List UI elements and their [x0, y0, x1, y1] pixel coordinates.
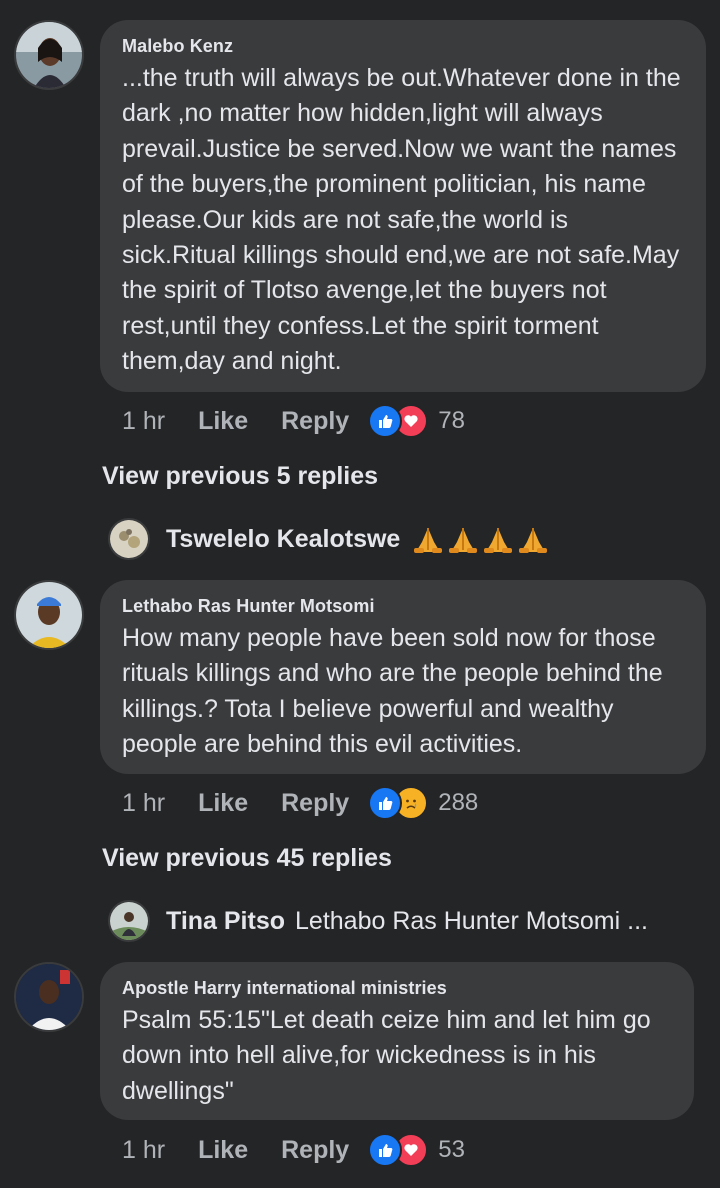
user-photo-icon: [16, 964, 82, 1030]
reactions-summary[interactable]: 53: [368, 1133, 465, 1167]
comment-author[interactable]: Lethabo Ras Hunter Motsomi: [122, 596, 684, 617]
reaction-count: 78: [438, 407, 465, 434]
comment-time[interactable]: 1 hr: [122, 789, 165, 818]
comment-bubble: Lethabo Ras Hunter Motsomi How many peop…: [100, 580, 706, 774]
avatar[interactable]: [108, 900, 150, 942]
comment-actions: 1 hr Like Reply 78: [122, 401, 465, 441]
reply-emoji-row: [412, 524, 549, 554]
comment-text: ...the truth will always be out.Whatever…: [122, 64, 681, 376]
like-button[interactable]: Like: [198, 1136, 248, 1165]
comment-actions: 1 hr Like Reply 288: [122, 783, 478, 823]
view-previous-replies-link[interactable]: View previous 45 replies: [102, 844, 392, 873]
view-previous-replies-link[interactable]: View previous 5 replies: [102, 462, 378, 491]
reactions-summary[interactable]: 288: [368, 786, 478, 820]
comment-author[interactable]: Malebo Kenz: [122, 36, 684, 57]
like-reaction-icon: [368, 404, 403, 438]
reply-button[interactable]: Reply: [281, 1136, 349, 1165]
like-reaction-icon: [368, 786, 403, 820]
comment-author[interactable]: Apostle Harry international ministries: [122, 978, 672, 999]
comment-text: How many people have been sold now for t…: [122, 624, 663, 759]
user-photo-icon: [16, 22, 82, 88]
reply-button[interactable]: Reply: [281, 789, 349, 818]
folded-hands-emoji: [484, 528, 513, 553]
avatar[interactable]: [14, 580, 84, 650]
folded-hands-emoji: [519, 528, 548, 553]
like-button[interactable]: Like: [198, 407, 248, 436]
comment-time[interactable]: 1 hr: [122, 407, 165, 436]
reaction-count: 53: [438, 1136, 465, 1163]
like-button[interactable]: Like: [198, 789, 248, 818]
reactions-summary[interactable]: 78: [368, 404, 465, 438]
reply-author[interactable]: Tina Pitso: [166, 907, 285, 936]
user-photo-icon: [110, 902, 148, 940]
comment-time[interactable]: 1 hr: [122, 1136, 165, 1165]
user-photo-icon: [16, 582, 82, 648]
like-reaction-icon: [368, 1133, 403, 1167]
reply-preview[interactable]: Tswelelo Kealotswe: [108, 518, 549, 560]
comment-bubble: Malebo Kenz ...the truth will always be …: [100, 20, 706, 392]
reply-preview[interactable]: Tina Pitso Lethabo Ras Hunter Motsomi ..…: [108, 900, 648, 942]
avatar[interactable]: [108, 518, 150, 560]
reply-snippet: Lethabo Ras Hunter Motsomi ...: [295, 906, 648, 935]
comment-bubble: Apostle Harry international ministries P…: [100, 962, 694, 1120]
comment-text: Psalm 55:15"Let death ceize him and let …: [122, 1006, 651, 1105]
avatar[interactable]: [14, 20, 84, 90]
comment-actions: 1 hr Like Reply 53: [122, 1130, 465, 1170]
user-photo-icon: [110, 520, 148, 558]
folded-hands-emoji: [414, 528, 443, 553]
reply-author[interactable]: Tswelelo Kealotswe: [166, 525, 400, 554]
avatar[interactable]: [14, 962, 84, 1032]
reaction-count: 288: [438, 789, 479, 816]
reply-button[interactable]: Reply: [281, 407, 349, 436]
folded-hands-emoji: [449, 528, 478, 553]
